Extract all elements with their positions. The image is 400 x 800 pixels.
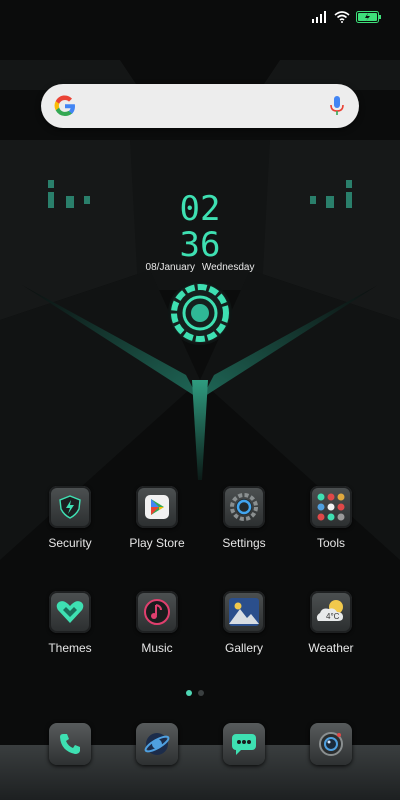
weather-temp: 4°C (326, 612, 340, 621)
app-themes[interactable]: Themes (29, 591, 111, 655)
clock-hour: 02 (180, 190, 221, 229)
clock-time: 02 36 (180, 190, 221, 260)
battery-charging-icon (356, 10, 382, 28)
app-gallery[interactable]: Gallery (203, 591, 285, 655)
page-indicator[interactable] (186, 690, 204, 696)
app-label: Gallery (224, 641, 263, 655)
status-bar (0, 0, 400, 34)
app-tools[interactable]: Tools (290, 486, 372, 550)
clock-minute: 36 (180, 225, 221, 260)
browser-icon[interactable] (136, 723, 178, 765)
app-music[interactable]: Music (116, 591, 198, 655)
app-settings[interactable]: Settings (203, 486, 285, 550)
app-label: Tools (316, 536, 345, 550)
heart-icon (49, 591, 91, 633)
app-label: Music (141, 641, 173, 655)
tools-folder-icon (310, 486, 352, 528)
wifi-icon (334, 10, 350, 28)
phone-icon[interactable] (49, 723, 91, 765)
app-label: Play Store (129, 536, 185, 550)
page-dot[interactable] (198, 690, 204, 696)
app-label: Themes (48, 641, 92, 655)
google-logo-icon (53, 94, 77, 123)
app-security[interactable]: Security (29, 486, 111, 550)
camera-icon[interactable] (310, 723, 352, 765)
app-play-store[interactable]: Play Store (116, 486, 198, 550)
music-note-icon (136, 591, 178, 633)
app-label: Settings (222, 536, 266, 550)
page-dot[interactable] (186, 690, 192, 696)
reactor-icon (167, 280, 233, 351)
clock-date: 08/January (145, 262, 196, 273)
app-label: Security (48, 536, 92, 550)
signal-icon (312, 10, 328, 28)
microphone-icon[interactable] (329, 94, 345, 123)
app-label: Weather (308, 641, 354, 655)
clock-date-line: 08/January Wednesday (140, 262, 260, 273)
weather-cloud-icon: 4°C (310, 591, 352, 633)
clock-weekday: Wednesday (201, 262, 255, 273)
search-bar[interactable] (41, 84, 359, 128)
messages-icon[interactable] (223, 723, 265, 765)
clock-widget[interactable]: 02 36 (150, 190, 250, 260)
gear-icon (223, 486, 265, 528)
shield-icon (49, 486, 91, 528)
app-weather[interactable]: 4°C Weather (290, 591, 372, 655)
mountain-icon (223, 591, 265, 633)
play-store-icon (136, 486, 178, 528)
